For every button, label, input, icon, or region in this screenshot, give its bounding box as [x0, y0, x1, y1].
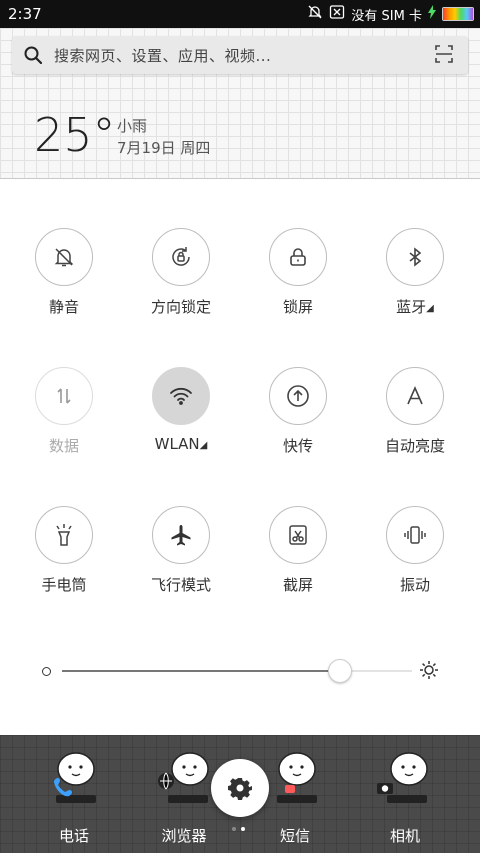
auto-brightness-icon: [386, 367, 444, 425]
dock-app-phone[interactable]: 电话: [24, 747, 124, 846]
scan-icon[interactable]: [434, 44, 454, 68]
toggle-mute[interactable]: 静音: [9, 228, 119, 317]
expand-triangle-icon: ◢: [426, 303, 434, 314]
screenshot-scissors-icon: [269, 506, 327, 564]
wifi-icon: [152, 367, 210, 425]
dock-app-label: 浏览器: [161, 827, 207, 845]
dock-app-label: 相机: [389, 827, 420, 845]
no-sim-icon: [329, 4, 345, 24]
toggle-label: 振动: [399, 576, 430, 594]
mobile-data-icon: [35, 367, 93, 425]
toggle-flashlight[interactable]: 手电筒: [9, 506, 119, 595]
toggle-mobile-data[interactable]: 数据: [9, 367, 119, 456]
page-dot: [232, 827, 236, 831]
dock: 电话 浏览器 短信 相机: [0, 735, 480, 853]
mute-icon: [35, 228, 93, 286]
toggle-label: 数据: [48, 437, 79, 455]
toggle-label: 飞行模式: [150, 576, 211, 594]
rotation-lock-icon: [152, 228, 210, 286]
search-bar[interactable]: 搜索网页、设置、应用、视频...: [12, 36, 468, 74]
home-screen-widgets: 搜索网页、设置、应用、视频... 25° 小雨 7月19日 周四: [0, 28, 480, 179]
charging-icon: [428, 5, 436, 23]
brightness-low-icon: [42, 667, 51, 676]
weather-condition: 小雨: [117, 117, 148, 135]
carrier-text: 没有 SIM 卡: [351, 8, 422, 24]
toggle-label: 蓝牙◢: [396, 298, 434, 316]
toggle-vibrate[interactable]: 振动: [360, 506, 470, 595]
lock-icon: [269, 228, 327, 286]
status-time: 2:37: [8, 5, 42, 23]
toggle-label: 方向锁定: [150, 298, 211, 316]
settings-button[interactable]: [211, 759, 269, 817]
bluetooth-icon: [386, 228, 444, 286]
camera-app-icon: [375, 747, 435, 807]
toggle-screenshot[interactable]: 截屏: [243, 506, 353, 595]
page-indicator: [232, 827, 245, 831]
brightness-slider[interactable]: [40, 657, 440, 687]
search-placeholder: 搜索网页、设置、应用、视频...: [54, 46, 272, 65]
toggle-rotation-lock[interactable]: 方向锁定: [126, 228, 236, 317]
toggle-label: 手电筒: [41, 576, 87, 594]
search-icon: [24, 46, 42, 64]
dock-app-label: 电话: [58, 827, 89, 845]
status-bar: 2:37 没有 SIM 卡: [0, 0, 480, 28]
toggle-label: WLAN◢: [154, 435, 208, 453]
toggle-wlan[interactable]: WLAN◢: [126, 367, 236, 453]
notifications-off-icon: [307, 4, 323, 24]
expand-triangle-icon: ◢: [199, 440, 208, 451]
toggle-label: 自动亮度: [384, 437, 445, 455]
toggle-label: 静音: [48, 298, 79, 316]
messages-app-icon: [265, 747, 325, 807]
toggle-bluetooth[interactable]: 蓝牙◢: [360, 228, 470, 317]
toggle-airplane-mode[interactable]: 飞行模式: [126, 506, 236, 595]
battery-icon: [442, 7, 474, 21]
vibrate-icon: [386, 506, 444, 564]
flashlight-icon: [35, 506, 93, 564]
phone-app-icon: [44, 747, 104, 807]
toggle-auto-brightness[interactable]: 自动亮度: [360, 367, 470, 456]
browser-app-icon: [154, 747, 214, 807]
brightness-high-icon: [418, 659, 440, 685]
weather-date: 7月19日 周四: [117, 139, 211, 157]
brightness-thumb[interactable]: [327, 659, 352, 683]
weather-temperature[interactable]: 25°: [34, 108, 116, 162]
toggle-label: 快传: [282, 437, 313, 455]
toggle-lock-screen[interactable]: 锁屏: [243, 228, 353, 317]
toggle-label: 锁屏: [282, 298, 313, 316]
upload-circle-icon: [269, 367, 327, 425]
quick-settings-panel: 静音 方向锁定 锁屏 蓝牙◢ 数据 WLAN◢ 快传 自动亮度 手电筒 飞行模式…: [0, 179, 480, 735]
brightness-track-fill: [62, 670, 339, 672]
toggle-label: 截屏: [282, 576, 313, 594]
page-dot-current: [241, 827, 245, 831]
airplane-icon: [152, 506, 210, 564]
gear-icon: [228, 776, 252, 800]
toggle-quick-transfer[interactable]: 快传: [243, 367, 353, 456]
dock-app-camera[interactable]: 相机: [355, 747, 455, 846]
dock-app-label: 短信: [279, 827, 310, 845]
